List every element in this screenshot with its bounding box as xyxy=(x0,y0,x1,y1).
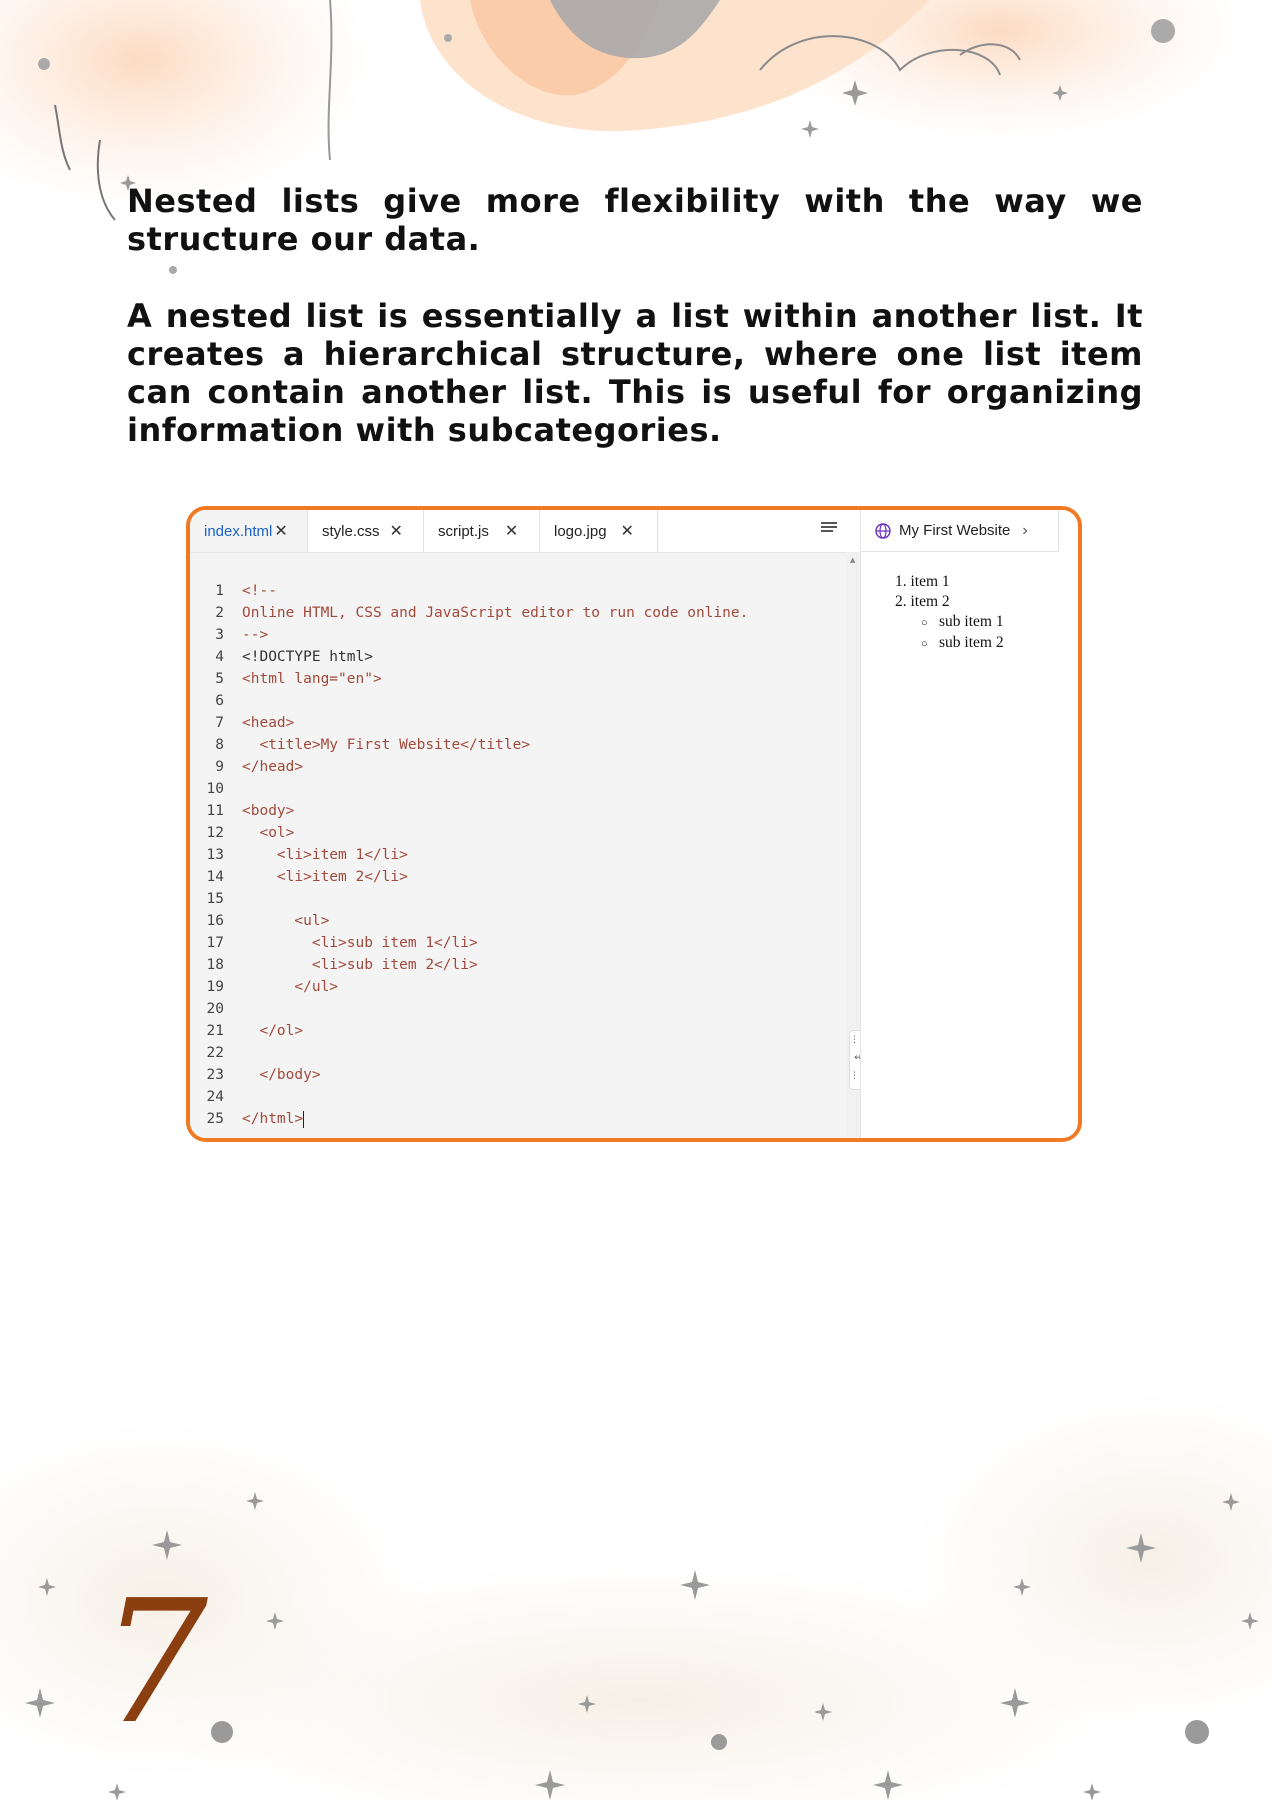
sub-list-item: sub item 1 xyxy=(939,612,1004,633)
tab-label: script.js xyxy=(438,522,489,540)
tab-style-css[interactable]: style.css ✕ xyxy=(308,510,424,552)
ordered-list: 1. item 1 2. item 2 sub item 1 sub item … xyxy=(895,572,1004,654)
code-line: 19 </ul> xyxy=(206,979,339,995)
preview-tab-label: My First Website xyxy=(899,522,1011,539)
list-item: 1. item 1 xyxy=(895,573,950,590)
code-editor-screenshot: ‹ index.html ✕ style.css ✕ script.js ✕ l… xyxy=(186,506,1082,1142)
code-line: 12 <ol> xyxy=(206,825,295,841)
code-line: 2 Online HTML, CSS and JavaScript editor … xyxy=(215,605,749,621)
code-line: 16 <ul> xyxy=(206,913,330,929)
preview-tab[interactable]: My First Website › xyxy=(861,510,1059,552)
page-number: 7 xyxy=(100,1564,209,1762)
tab-label: logo.jpg xyxy=(554,522,607,540)
tab-script-js[interactable]: script.js ✕ xyxy=(424,510,540,552)
code-editor-pane: ‹ index.html ✕ style.css ✕ script.js ✕ l… xyxy=(190,510,868,1138)
code-line: 4 <!DOCTYPE html> xyxy=(215,649,373,665)
close-icon[interactable]: ✕ xyxy=(505,521,518,541)
code-line: 13 <li>item 1</li> xyxy=(206,847,408,863)
code-line: 20 xyxy=(206,1001,224,1017)
code-line: 24 xyxy=(206,1089,224,1105)
close-icon[interactable]: ✕ xyxy=(274,521,287,541)
chevron-right-icon[interactable]: › xyxy=(1022,522,1027,540)
code-line: 21 </ol> xyxy=(206,1023,304,1039)
intro-paragraph: Nested lists give more flexibility with … xyxy=(127,182,1143,258)
code-line: 8 <title>My First Website</title> xyxy=(215,737,531,753)
sub-list-item: sub item 2 xyxy=(939,633,1004,654)
tab-label: style.css xyxy=(322,522,380,540)
code-line: 15 xyxy=(206,891,224,907)
tab-label: index.html xyxy=(204,522,273,540)
nested-list-explanation: A nested list is essentially a list with… xyxy=(127,297,1143,449)
text-cursor xyxy=(303,1110,305,1128)
code-line: 1 <!-- xyxy=(215,583,277,599)
code-line: 23 </body> xyxy=(206,1067,321,1083)
code-area[interactable]: 1 <!-- 2 Online HTML, CSS and JavaScript e… xyxy=(190,580,860,1130)
code-line: 18 <li>sub item 2</li> xyxy=(206,957,478,973)
code-line: 25 </html> xyxy=(206,1110,305,1128)
preview-pane: My First Website › 1. item 1 2. item 2 s… xyxy=(860,510,1078,1138)
code-line: 11 <body> xyxy=(206,803,295,819)
rendered-output: 1. item 1 2. item 2 sub item 1 sub item … xyxy=(895,572,1004,654)
code-line: 14 <li>item 2</li> xyxy=(206,869,408,885)
close-icon[interactable]: ✕ xyxy=(621,521,634,541)
code-line: 7 <head> xyxy=(215,715,295,731)
code-line: 5 <html lang="en"> xyxy=(215,671,382,687)
list-item: 2. item 2 sub item 1 sub item 2 xyxy=(895,592,1004,654)
menu-lines-icon[interactable] xyxy=(820,520,838,536)
code-line: 6 xyxy=(215,693,224,709)
close-icon[interactable]: ✕ xyxy=(390,521,403,541)
code-line: 3 --> xyxy=(215,627,269,643)
tab-logo-jpg[interactable]: logo.jpg ✕ xyxy=(540,510,658,552)
nested-unordered-list: sub item 1 sub item 2 xyxy=(895,612,1004,654)
tab-index-html[interactable]: index.html ✕ xyxy=(190,510,308,552)
code-line: 22 xyxy=(206,1045,224,1061)
globe-icon xyxy=(875,522,891,539)
scroll-up-icon[interactable]: ▲ xyxy=(850,556,855,564)
code-line: 17 <li>sub item 1</li> xyxy=(206,935,478,951)
editor-tab-bar: ‹ index.html ✕ style.css ✕ script.js ✕ l… xyxy=(190,510,860,553)
code-line: 10 xyxy=(206,781,224,797)
code-line: 9 </head> xyxy=(215,759,304,775)
